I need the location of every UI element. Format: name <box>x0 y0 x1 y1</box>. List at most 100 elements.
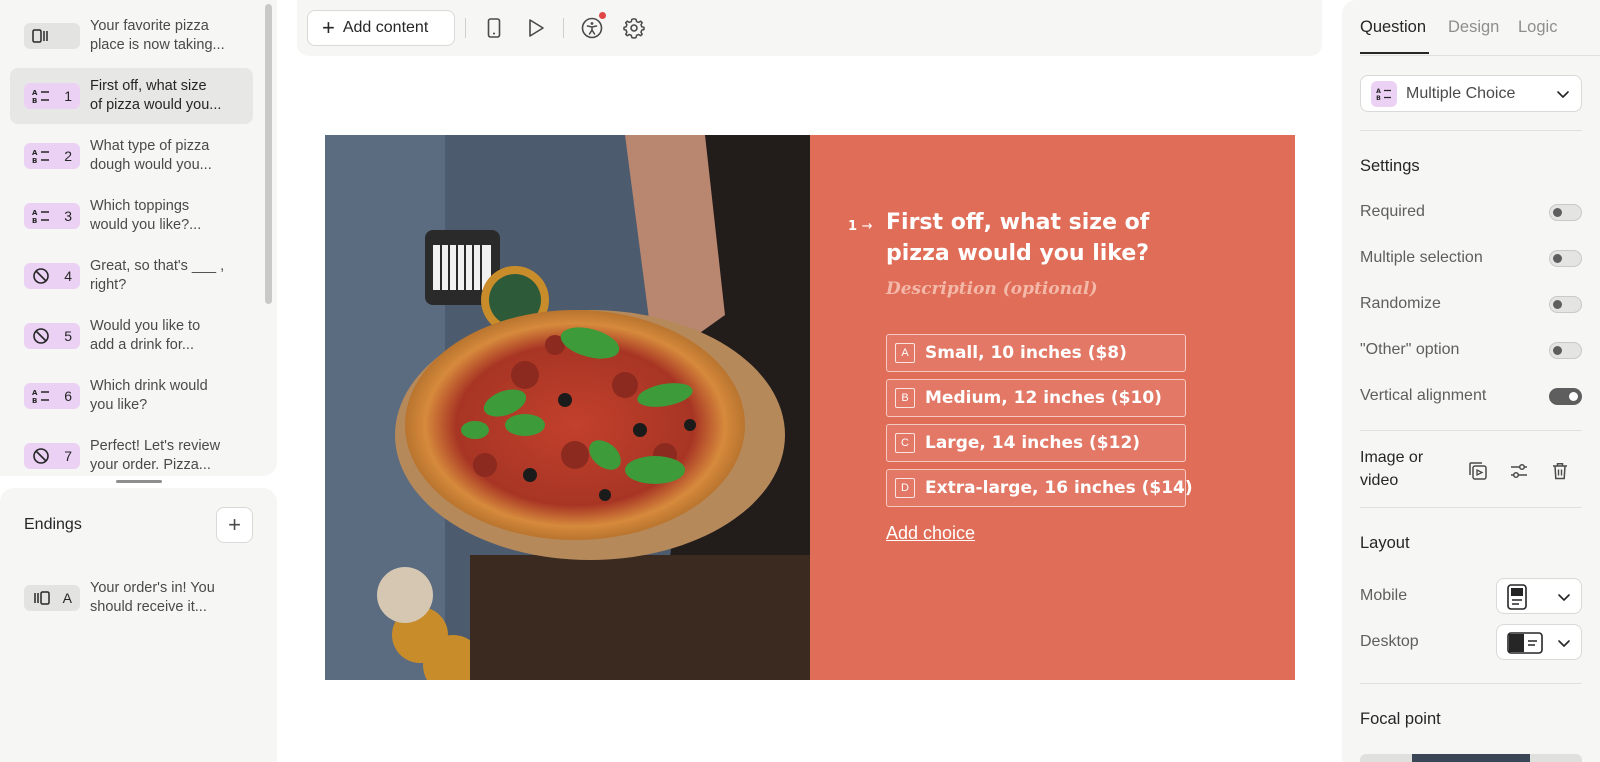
vertical-alignment-label: Vertical alignment <box>1360 387 1487 404</box>
question-list-scrollbar[interactable] <box>265 4 272 304</box>
question-title[interactable]: First off, what size of pizza would you … <box>886 207 1216 269</box>
question-item-3[interactable]: AB 3 Which toppings would you like?... <box>10 188 253 244</box>
adjust-sliders-icon[interactable] <box>1508 460 1530 482</box>
question-item-7[interactable]: 7 Perfect! Let's review your order. Pizz… <box>10 428 253 476</box>
question-description-field[interactable]: Description (optional) <box>886 279 1098 299</box>
settings-title: Settings <box>1360 157 1420 175</box>
add-ending-button[interactable]: + <box>216 507 253 543</box>
ending-item-a[interactable]: A Your order's in! You should receive it… <box>10 570 253 626</box>
svg-text:B: B <box>32 157 37 164</box>
focal-point-preview[interactable] <box>1360 754 1582 762</box>
choice-key: A <box>895 343 915 363</box>
question-item-5[interactable]: 5 Would you like to add a drink for... <box>10 308 253 364</box>
choice-option-a[interactable]: A Small, 10 inches ($8) <box>886 334 1186 372</box>
chevron-down-icon <box>1557 590 1571 609</box>
add-content-label: Add content <box>342 19 429 36</box>
section-divider <box>1360 430 1582 431</box>
question-number: 4 <box>64 268 72 284</box>
trash-icon[interactable] <box>1549 460 1571 482</box>
ending-item-row: A Your order's in! You should receive it… <box>10 570 253 626</box>
section-divider <box>1360 507 1582 508</box>
question-form-panel: 1 → First off, what size of pizza would … <box>810 135 1295 680</box>
question-list-panel: Your favorite pizza place is now taking.… <box>0 0 277 476</box>
section-divider <box>1360 130 1582 131</box>
plus-icon: + <box>322 15 335 40</box>
question-type-dropdown[interactable]: AB Multiple Choice <box>1360 75 1582 112</box>
multiple-choice-icon: AB <box>32 388 50 404</box>
other-option-label: "Other" option <box>1360 341 1460 358</box>
settings-gear-icon[interactable] <box>622 16 646 40</box>
yes-no-icon <box>32 267 50 285</box>
multiple-selection-toggle[interactable] <box>1549 250 1582 267</box>
required-toggle[interactable] <box>1549 204 1582 221</box>
add-choice-link[interactable]: Add choice <box>886 523 975 544</box>
layout-title: Layout <box>1360 534 1410 552</box>
play-icon[interactable] <box>524 16 548 40</box>
toolbar-divider <box>465 18 466 38</box>
choice-label: Large, 14 inches ($12) <box>925 433 1141 453</box>
choice-option-d[interactable]: D Extra-large, 16 inches ($14) <box>886 469 1193 507</box>
question-badge: 4 <box>24 263 80 289</box>
question-badge: AB 1 <box>24 83 80 109</box>
question-number: 7 <box>64 448 72 464</box>
top-toolbar: + Add content <box>297 0 1322 56</box>
question-item-2[interactable]: AB 2 What type of pizza dough would you.… <box>10 128 253 184</box>
choice-key: B <box>895 388 915 408</box>
active-tab-indicator <box>1360 52 1429 54</box>
notification-dot <box>599 12 606 19</box>
question-item-6[interactable]: AB 6 Which drink would you like? <box>10 368 253 424</box>
svg-text:B: B <box>32 97 37 104</box>
toolbar-divider <box>563 18 564 38</box>
mobile-layout-dropdown[interactable] <box>1496 578 1582 614</box>
pizza-photo[interactable] <box>325 135 810 680</box>
multiple-choice-icon: AB <box>1371 80 1397 107</box>
svg-text:A: A <box>32 209 38 217</box>
mobile-preview-icon[interactable] <box>482 16 506 40</box>
question-item-4[interactable]: 4 Great, so that's ___ , right? <box>10 248 253 304</box>
section-divider <box>1360 683 1582 684</box>
tab-logic[interactable]: Logic <box>1518 18 1557 37</box>
panel-tabs: Question Design Logic <box>1360 0 1600 56</box>
tab-question[interactable]: Question <box>1360 18 1426 37</box>
question-item-text: Perfect! Let's review your order. Pizza.… <box>90 438 221 473</box>
desktop-layout-dropdown[interactable] <box>1496 624 1582 660</box>
svg-text:A: A <box>1376 88 1381 95</box>
question-item-text: Your favorite pizza place is now taking.… <box>90 18 225 53</box>
question-item-welcome[interactable]: Your favorite pizza place is now taking.… <box>10 8 253 64</box>
svg-text:B: B <box>32 397 37 404</box>
multiple-selection-label: Multiple selection <box>1360 249 1483 266</box>
choice-option-c[interactable]: C Large, 14 inches ($12) <box>886 424 1186 462</box>
question-badge: AB 2 <box>24 143 80 169</box>
tab-design[interactable]: Design <box>1448 18 1499 37</box>
choice-key: C <box>895 433 915 453</box>
svg-text:A: A <box>32 389 38 397</box>
question-item-text: Great, so that's ___ , right? <box>90 258 225 293</box>
required-label: Required <box>1360 203 1425 220</box>
question-item-text: Which drink would you like? <box>90 378 208 413</box>
question-badge: AB 3 <box>24 203 80 229</box>
question-number-label: 1 → <box>848 219 873 234</box>
question-type-label: Multiple Choice <box>1406 84 1516 102</box>
svg-text:B: B <box>32 217 37 224</box>
choice-option-b[interactable]: B Medium, 12 inches ($10) <box>886 379 1186 417</box>
randomize-toggle[interactable] <box>1549 296 1582 313</box>
question-item-text: Would you like to add a drink for... <box>90 318 201 353</box>
svg-text:A: A <box>32 89 38 97</box>
accessibility-icon[interactable] <box>580 16 604 40</box>
question-item-text: Which toppings would you like?... <box>90 198 202 233</box>
other-option-toggle[interactable] <box>1549 342 1582 359</box>
replace-media-icon[interactable] <box>1467 460 1489 482</box>
question-list: Your favorite pizza place is now taking.… <box>10 8 253 476</box>
image-or-video-label: Image or video <box>1360 449 1424 489</box>
endings-panel: Endings + A Your order's in! You should … <box>0 488 277 762</box>
mobile-layout-icon <box>1507 584 1527 615</box>
panel-resize-handle[interactable] <box>116 480 162 483</box>
question-number: 5 <box>64 328 72 344</box>
yes-no-icon <box>32 447 50 465</box>
add-content-button[interactable]: + Add content <box>307 10 455 46</box>
question-item-1[interactable]: AB 1 First off, what size of pizza would… <box>10 68 253 124</box>
multiple-choice-icon: AB <box>32 208 50 224</box>
vertical-alignment-toggle[interactable] <box>1549 388 1582 405</box>
question-number: 1 <box>64 88 72 104</box>
welcome-screen-icon <box>32 29 50 43</box>
